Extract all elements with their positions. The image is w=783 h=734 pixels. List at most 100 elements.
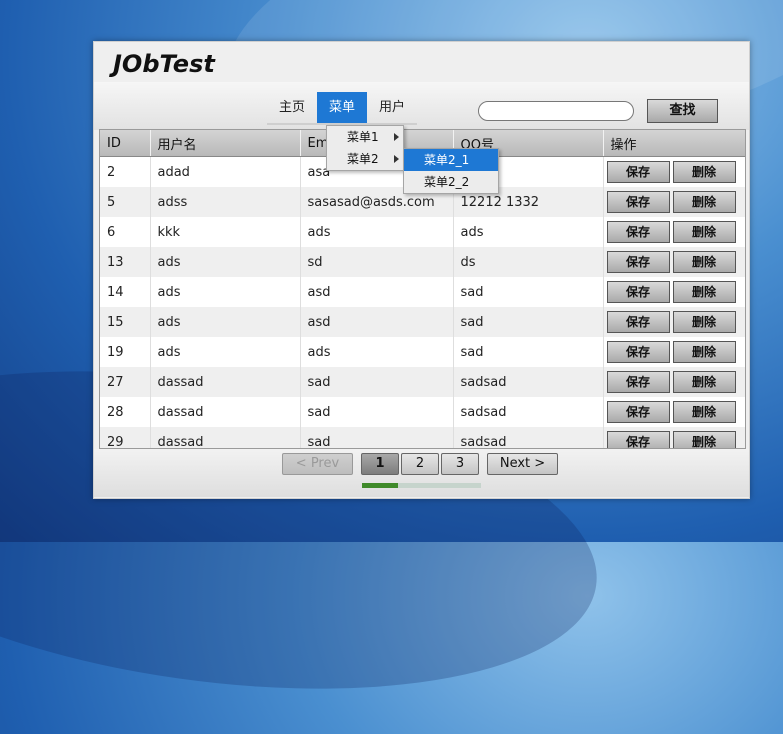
- main-nav: 主页 菜单 用户: [267, 92, 418, 125]
- submenu-arrow-icon: [394, 133, 399, 141]
- table-row[interactable]: 6 kkk ads ads 保存 删除: [100, 217, 745, 247]
- cell-username: dassad: [150, 367, 301, 397]
- table-row[interactable]: 29 dassad sad sadsad 保存 删除: [100, 427, 745, 448]
- cell-id: 13: [100, 247, 151, 277]
- cell-email: sad: [300, 427, 454, 448]
- cell-id: 29: [100, 427, 151, 448]
- progress-bar-fill: [362, 483, 398, 488]
- save-button[interactable]: 保存: [606, 281, 670, 303]
- app-title: JObTest: [113, 50, 215, 78]
- delete-button[interactable]: 删除: [672, 371, 736, 393]
- cell-username: adss: [150, 187, 301, 217]
- cell-qq: sadsad: [453, 427, 604, 448]
- delete-button[interactable]: 删除: [672, 161, 736, 183]
- page-button-1[interactable]: 1: [361, 453, 399, 475]
- menu-item-label: 菜单2: [347, 152, 379, 166]
- delete-button[interactable]: 删除: [672, 191, 736, 213]
- menu-item-2[interactable]: 菜单2: [327, 148, 403, 170]
- search-input[interactable]: [478, 101, 634, 121]
- save-button[interactable]: 保存: [606, 311, 670, 333]
- save-button[interactable]: 保存: [606, 191, 670, 213]
- table-row[interactable]: 19 ads ads sad 保存 删除: [100, 337, 745, 367]
- menu-item-label: 菜单1: [347, 130, 379, 144]
- cell-actions: 保存 删除: [603, 156, 745, 187]
- cell-email: ads: [300, 217, 454, 247]
- cell-username: ads: [150, 277, 301, 307]
- table-row[interactable]: 15 ads asd sad 保存 删除: [100, 307, 745, 337]
- cell-username: dassad: [150, 427, 301, 448]
- menu-item-1[interactable]: 菜单1: [327, 126, 403, 148]
- cell-email: asd: [300, 277, 454, 307]
- submenu-item-2-2[interactable]: 菜单2_2: [404, 171, 498, 193]
- cell-qq: sad: [453, 337, 604, 367]
- cell-actions: 保存 删除: [603, 307, 745, 337]
- submenu-dropdown: 菜单2_1 菜单2_2: [403, 148, 499, 194]
- cell-id: 28: [100, 397, 151, 427]
- save-button[interactable]: 保存: [606, 161, 670, 183]
- cell-qq: ads: [453, 217, 604, 247]
- cell-id: 19: [100, 337, 151, 367]
- menu-dropdown: 菜单1 菜单2: [326, 125, 404, 171]
- cell-username: dassad: [150, 397, 301, 427]
- delete-button[interactable]: 删除: [672, 221, 736, 243]
- cell-id: 2: [100, 156, 151, 187]
- cell-actions: 保存 删除: [603, 367, 745, 397]
- cell-id: 5: [100, 187, 151, 217]
- submenu-arrow-icon: [394, 155, 399, 163]
- cell-username: ads: [150, 307, 301, 337]
- table-row[interactable]: 28 dassad sad sadsad 保存 删除: [100, 397, 745, 427]
- submenu-item-2-1[interactable]: 菜单2_1: [404, 149, 498, 171]
- search-button[interactable]: 查找: [647, 99, 718, 123]
- delete-button[interactable]: 删除: [672, 401, 736, 423]
- cell-actions: 保存 删除: [603, 427, 745, 448]
- next-page-button[interactable]: Next >: [487, 453, 558, 475]
- prev-page-button[interactable]: < Prev: [282, 453, 353, 475]
- save-button[interactable]: 保存: [606, 221, 670, 243]
- table-row[interactable]: 14 ads asd sad 保存 删除: [100, 277, 745, 307]
- page-button-3[interactable]: 3: [441, 453, 479, 475]
- cell-email: sd: [300, 247, 454, 277]
- save-button[interactable]: 保存: [606, 251, 670, 273]
- cell-actions: 保存 删除: [603, 217, 745, 247]
- cell-username: adad: [150, 156, 301, 187]
- cell-email: sad: [300, 367, 454, 397]
- nav-item-user[interactable]: 用户: [367, 92, 417, 123]
- delete-button[interactable]: 删除: [672, 431, 736, 448]
- cell-username: ads: [150, 337, 301, 367]
- table-row[interactable]: 13 ads sd ds 保存 删除: [100, 247, 745, 277]
- save-button[interactable]: 保存: [606, 371, 670, 393]
- cell-actions: 保存 删除: [603, 337, 745, 367]
- cell-actions: 保存 删除: [603, 397, 745, 427]
- pagination: < Prev 1 2 3 Next >: [282, 453, 560, 475]
- cell-email: asd: [300, 307, 454, 337]
- nav-item-menu[interactable]: 菜单: [317, 92, 368, 123]
- cell-id: 6: [100, 217, 151, 247]
- cell-actions: 保存 删除: [603, 277, 745, 307]
- save-button[interactable]: 保存: [606, 401, 670, 423]
- cell-email: ads: [300, 337, 454, 367]
- cell-actions: 保存 删除: [603, 247, 745, 277]
- page-button-2[interactable]: 2: [401, 453, 439, 475]
- cell-qq: sadsad: [453, 397, 604, 427]
- app-panel: JObTest 主页 菜单 用户 查找 ID 用户名 Email QQ号 操作 …: [93, 41, 750, 499]
- cell-username: kkk: [150, 217, 301, 247]
- delete-button[interactable]: 删除: [672, 281, 736, 303]
- cell-qq: sad: [453, 277, 604, 307]
- nav-item-home[interactable]: 主页: [267, 92, 317, 123]
- cell-qq: sad: [453, 307, 604, 337]
- column-header-actions: 操作: [603, 130, 745, 157]
- cell-id: 15: [100, 307, 151, 337]
- column-header-id[interactable]: ID: [100, 130, 151, 157]
- table-row[interactable]: 27 dassad sad sadsad 保存 删除: [100, 367, 745, 397]
- cell-username: ads: [150, 247, 301, 277]
- delete-button[interactable]: 删除: [672, 251, 736, 273]
- delete-button[interactable]: 删除: [672, 311, 736, 333]
- cell-qq: ds: [453, 247, 604, 277]
- cell-id: 14: [100, 277, 151, 307]
- save-button[interactable]: 保存: [606, 341, 670, 363]
- save-button[interactable]: 保存: [606, 431, 670, 448]
- cell-id: 27: [100, 367, 151, 397]
- delete-button[interactable]: 删除: [672, 341, 736, 363]
- column-header-username[interactable]: 用户名: [150, 130, 301, 157]
- table-body: 2adadasa3231保存删除5adsssasasad@asds.com122…: [100, 156, 745, 448]
